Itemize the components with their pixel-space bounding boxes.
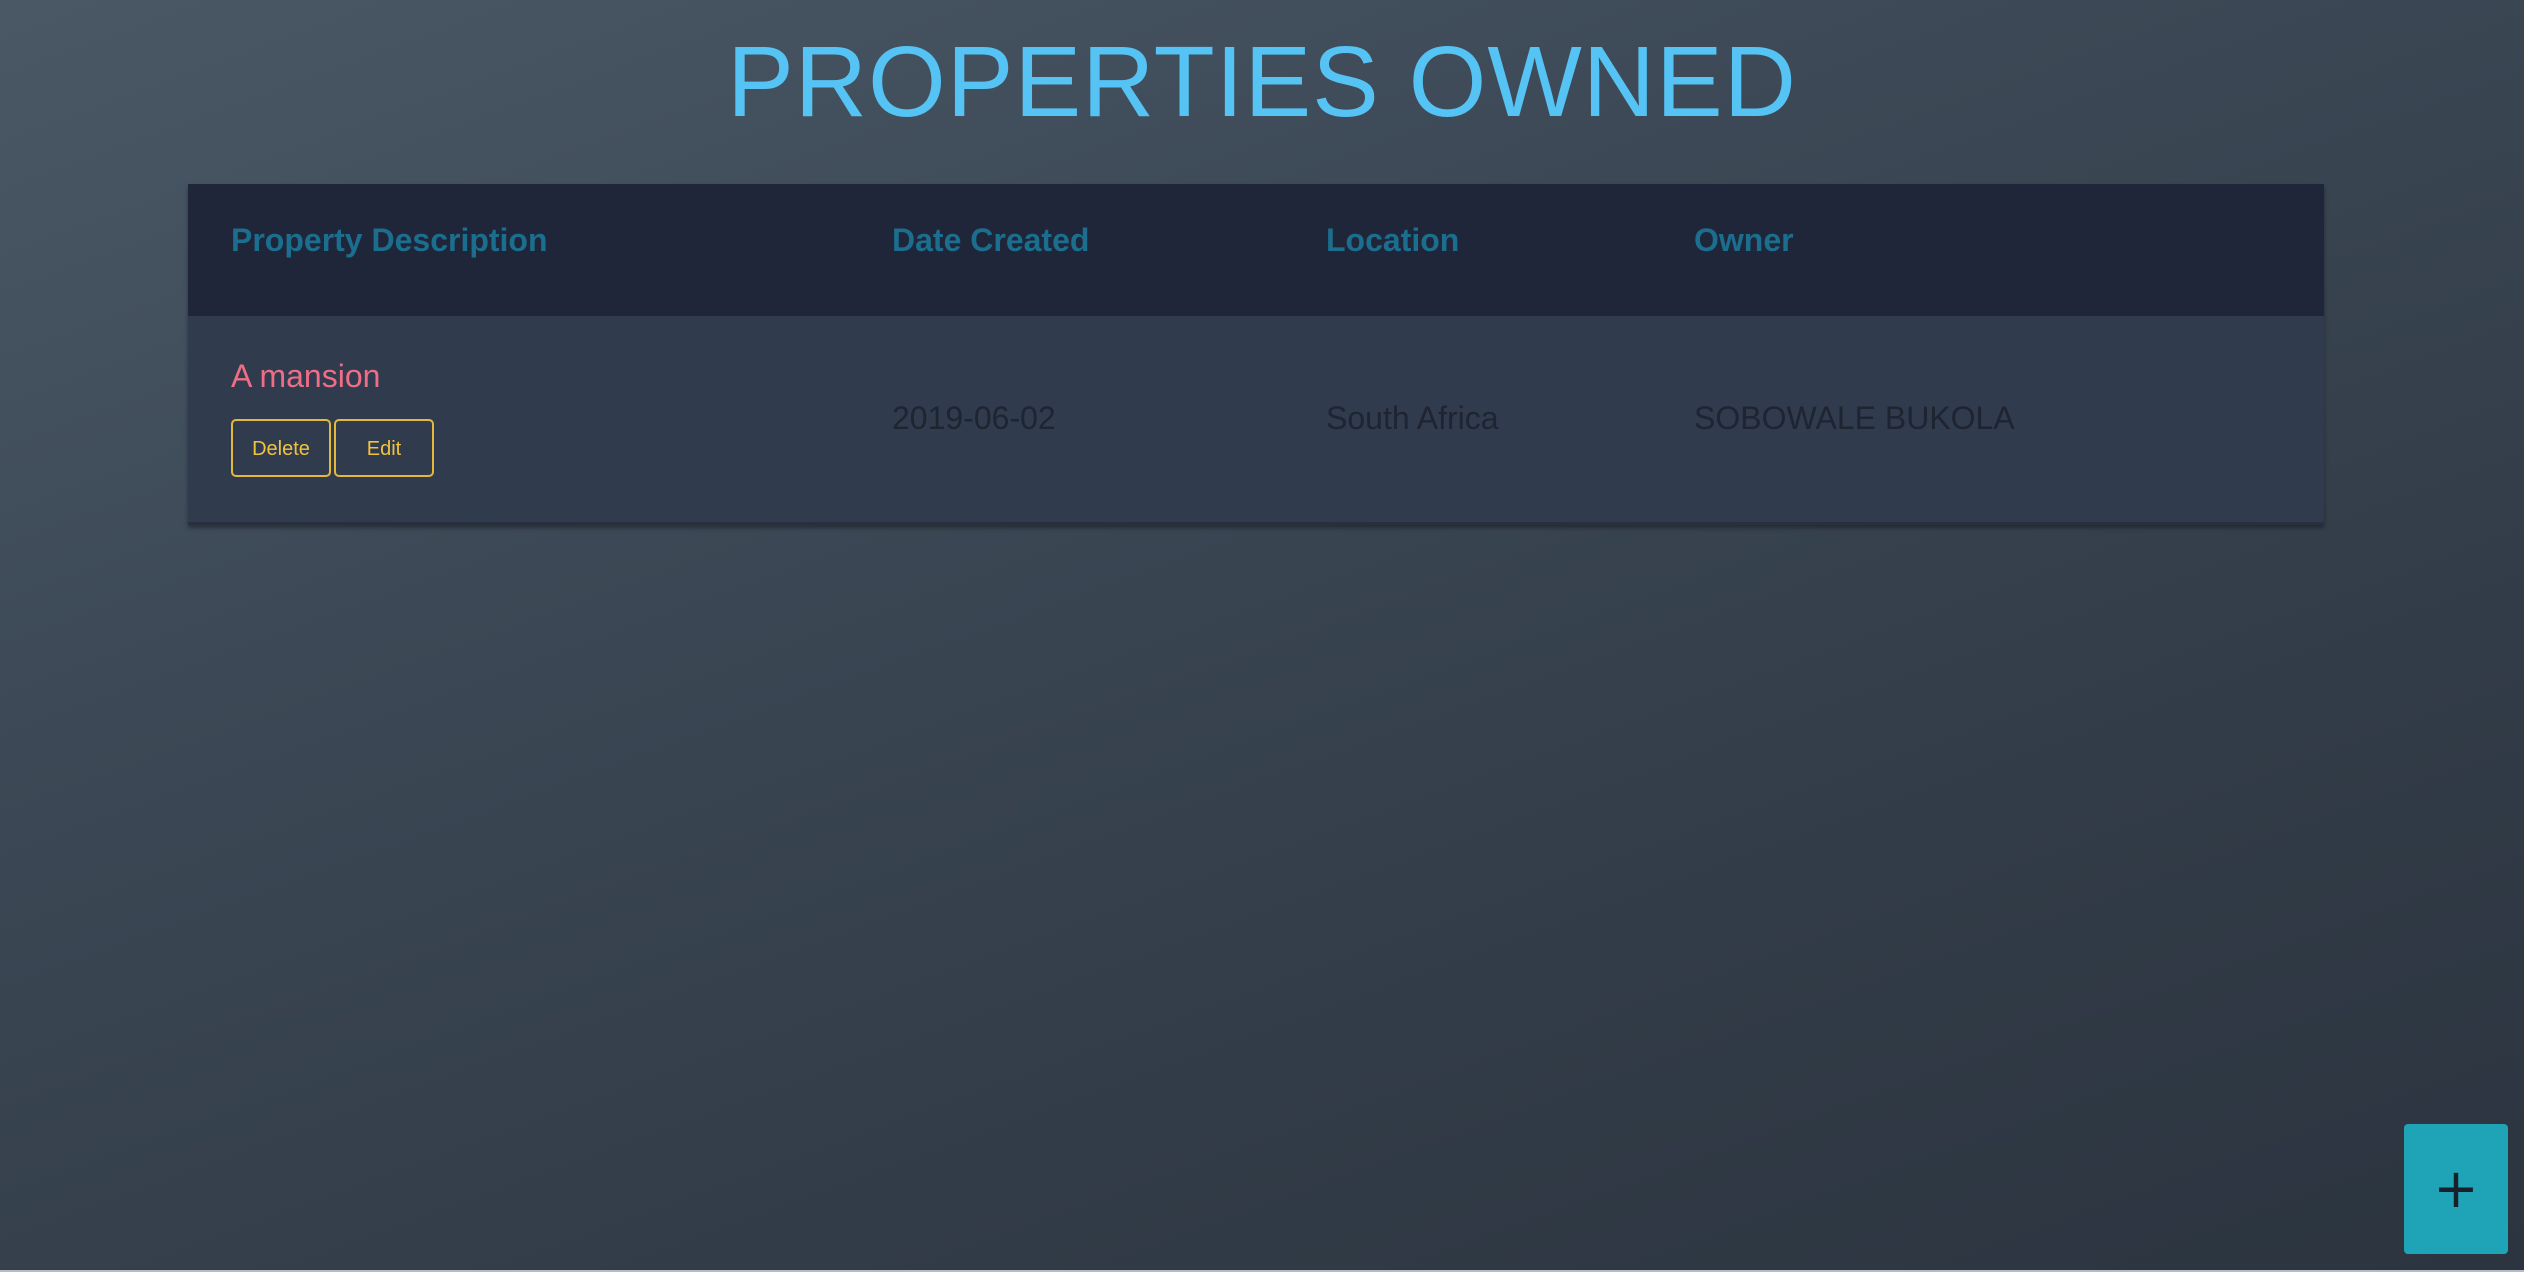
- location-cell: South Africa: [1283, 316, 1651, 525]
- column-header-location: Location: [1326, 221, 1460, 258]
- date-created-cell: 2019-06-02: [849, 316, 1283, 525]
- property-description-cell: A mansion Delete Edit: [188, 316, 849, 525]
- column-header-owner: Owner: [1694, 221, 1794, 258]
- edit-button[interactable]: Edit: [334, 419, 434, 477]
- table-row: A mansion Delete Edit 2019-06-02 South Af…: [188, 316, 2324, 525]
- date-created-value: 2019-06-02: [892, 400, 1056, 437]
- table-header-row: Property Description Date Created Locati…: [188, 184, 2324, 316]
- location-value: South Africa: [1326, 400, 1499, 437]
- column-header-description: Property Description: [231, 221, 548, 258]
- column-header-date-created: Date Created: [892, 221, 1090, 258]
- properties-table: Property Description Date Created Locati…: [188, 184, 2324, 525]
- plus-icon: +: [2433, 1157, 2479, 1220]
- owner-value: SOBOWALE BUKOLA: [1694, 400, 2015, 437]
- add-property-button[interactable]: +: [2404, 1124, 2508, 1254]
- property-description: A mansion: [231, 358, 381, 394]
- owner-cell: SOBOWALE BUKOLA: [1651, 316, 2324, 525]
- page-title: PROPERTIES OWNED: [727, 26, 1797, 138]
- delete-button[interactable]: Delete: [231, 419, 331, 477]
